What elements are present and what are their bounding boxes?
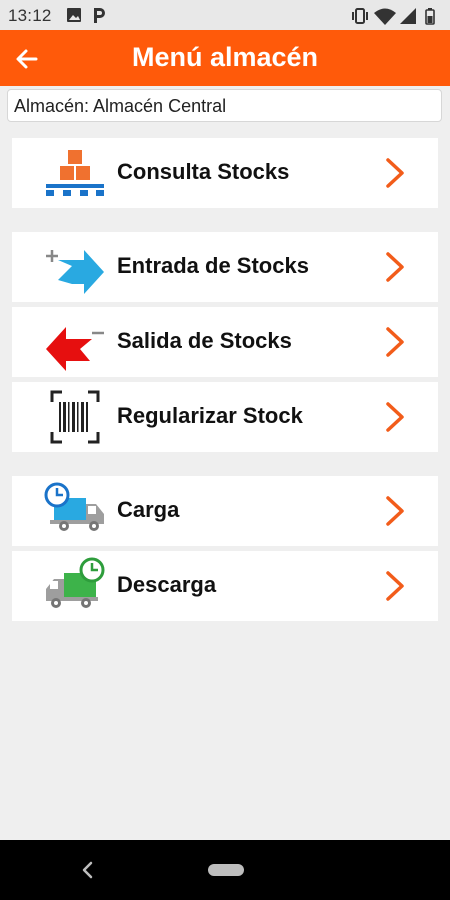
barcode-scan-icon <box>50 390 100 444</box>
chevron-right-icon <box>386 327 404 357</box>
battery-icon <box>425 8 435 25</box>
app-bar: Menú almacén <box>0 30 450 86</box>
chevron-right-icon <box>386 252 404 282</box>
stock-out-arrow-icon <box>46 327 104 371</box>
status-bar: 13:12 <box>0 0 450 30</box>
menu-item-label: Salida de Stocks <box>117 328 292 353</box>
parking-icon <box>94 8 105 23</box>
menu-item-label: Entrada de Stocks <box>117 253 309 278</box>
menu-item-label: Consulta Stocks <box>117 159 290 184</box>
chevron-right-icon <box>386 158 404 188</box>
stock-pallet-icon <box>46 150 104 196</box>
chevron-right-icon <box>386 402 404 432</box>
status-time: 13:12 <box>8 6 52 25</box>
page-title: Menú almacén <box>131 42 319 72</box>
nav-back-icon[interactable] <box>80 860 94 880</box>
system-nav-bar <box>0 840 450 900</box>
menu-item-regularizar-stock[interactable]: Regularizar Stock <box>12 382 438 452</box>
status-system-icons <box>352 8 435 25</box>
signal-icon <box>400 8 416 24</box>
status-notification-icons <box>67 8 105 23</box>
image-icon <box>67 8 81 22</box>
stock-in-arrow-icon <box>46 250 104 294</box>
vibrate-icon <box>352 8 368 24</box>
truck-unload-icon <box>46 557 105 608</box>
menu-item-entrada-stocks[interactable]: Entrada de Stocks <box>12 232 438 302</box>
nav-home-pill[interactable] <box>208 864 244 876</box>
chevron-right-icon <box>386 496 404 526</box>
warehouse-field[interactable]: Almacén: Almacén Central <box>7 89 442 122</box>
wifi-icon <box>374 8 396 25</box>
warehouse-label: Almacén: Almacén Central <box>14 96 227 116</box>
menu-item-descarga[interactable]: Descarga <box>12 551 438 621</box>
chevron-right-icon <box>386 571 404 601</box>
menu-item-consulta-stocks[interactable]: Consulta Stocks <box>12 138 438 208</box>
menu-item-label: Carga <box>117 497 180 522</box>
menu-item-carga[interactable]: Carga <box>12 476 438 546</box>
truck-load-icon <box>44 482 104 531</box>
menu-item-salida-stocks[interactable]: Salida de Stocks <box>12 307 438 377</box>
menu-item-label: Regularizar Stock <box>117 403 303 428</box>
menu-item-label: Descarga <box>117 572 217 597</box>
